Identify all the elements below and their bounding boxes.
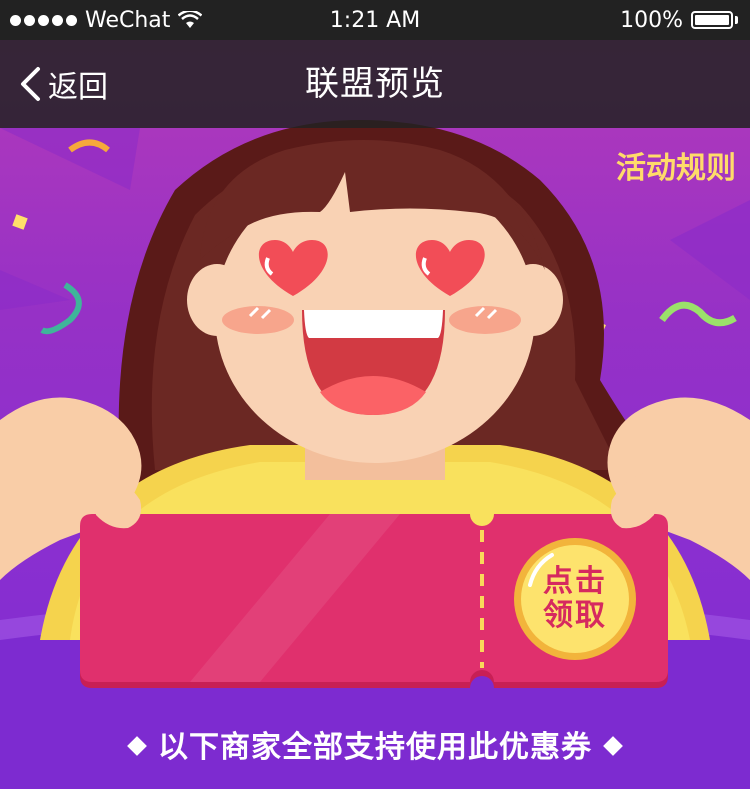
- merchant-list-caption: 以下商家全部支持使用此优惠券: [0, 722, 750, 766]
- battery-icon: [691, 11, 733, 29]
- battery-tip: [735, 16, 738, 24]
- signal-strength-icon: [10, 14, 77, 26]
- diamond-icon: [603, 735, 623, 756]
- status-bar-left: WeChat: [10, 7, 203, 33]
- caption-text: 以下商家全部支持使用此优惠券: [158, 730, 592, 765]
- claim-coupon-button[interactable]: 点击 领取: [516, 540, 634, 658]
- activity-rules-link[interactable]: 活动规则: [616, 143, 736, 187]
- battery-percent: 100%: [620, 7, 683, 33]
- page-title: 联盟预览: [305, 64, 445, 104]
- carrier-label: WeChat: [85, 7, 171, 33]
- status-bar: WeChat 1:21 AM 100%: [0, 0, 750, 40]
- wifi-icon: [178, 11, 203, 28]
- confetti-yellow: [12, 214, 28, 230]
- confetti-lime: [659, 301, 737, 327]
- status-bar-right: 100%: [620, 8, 738, 33]
- navigation-bar: 返回 联盟预览: [0, 40, 750, 128]
- claim-button-line1: 点击: [543, 564, 607, 599]
- claim-button-line2: 领取: [543, 598, 607, 633]
- diamond-icon: [127, 735, 147, 756]
